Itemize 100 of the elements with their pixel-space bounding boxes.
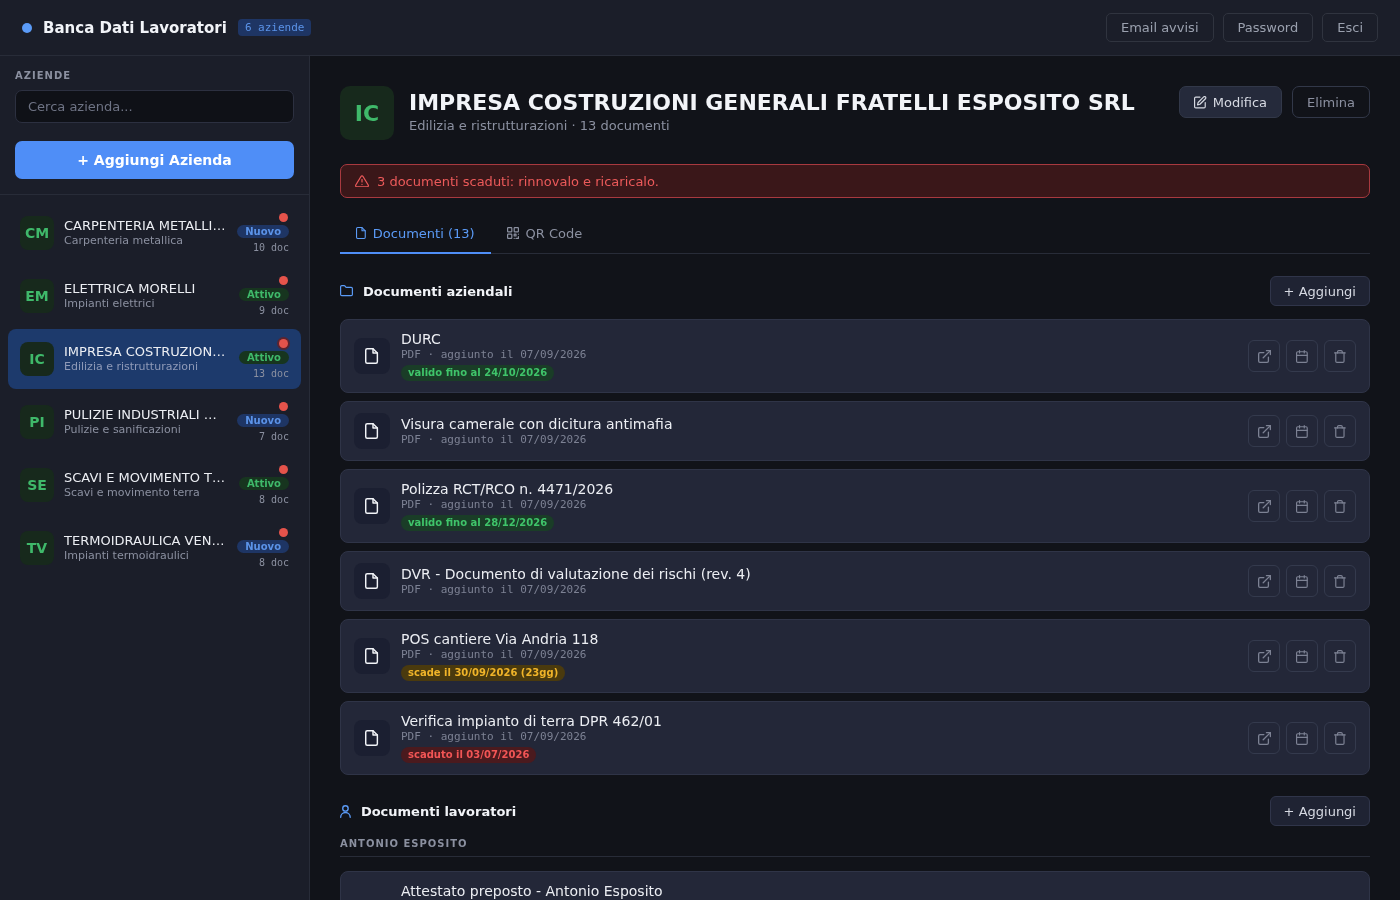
delete-button[interactable] bbox=[1324, 565, 1356, 597]
status-badge: Attivo bbox=[238, 287, 289, 301]
delete-button[interactable] bbox=[1324, 640, 1356, 672]
calendar-icon bbox=[1296, 424, 1308, 438]
expiry-badge: scaduto il 03/07/2026 bbox=[401, 747, 537, 763]
company-category: Edilizia e ristrutturazioni bbox=[64, 360, 199, 374]
company-list-item[interactable]: EM ELETTRICA MORELLI Impianti elettrici Attivo 9 doc bbox=[8, 266, 301, 326]
calendar-icon bbox=[1296, 349, 1308, 363]
trash-icon bbox=[1334, 731, 1346, 745]
document-title: Verifica impianto di terra DPR 462/01 bbox=[401, 713, 663, 730]
calendar-button[interactable] bbox=[1286, 640, 1318, 672]
initials-avatar: SE bbox=[20, 468, 54, 502]
status-badge: Attivo bbox=[238, 476, 289, 490]
qr-code-icon bbox=[506, 227, 519, 239]
open-button[interactable] bbox=[1248, 490, 1280, 522]
delete-button[interactable] bbox=[1324, 722, 1356, 754]
calendar-icon bbox=[1296, 499, 1308, 513]
section-title: Documenti aziendali bbox=[363, 283, 513, 299]
expiry-badge: valido fino al 24/10/2026 bbox=[401, 365, 555, 381]
company-category: Impianti termoidraulici bbox=[64, 549, 190, 563]
file-icon bbox=[354, 488, 390, 524]
dot-icon bbox=[22, 22, 32, 33]
open-button[interactable] bbox=[1248, 340, 1280, 372]
calendar-button[interactable] bbox=[1286, 490, 1318, 522]
delete-button[interactable] bbox=[1324, 340, 1356, 372]
calendar-icon bbox=[1296, 731, 1308, 745]
company-name: TERMOIDRAULICA VEN… bbox=[64, 533, 226, 549]
top-bar-button[interactable]: Email avvisi bbox=[1105, 13, 1214, 42]
company-title: IMPRESA COSTRUZIONI GENERALI FRATELLI ESPOSITO SRL bbox=[409, 89, 1136, 117]
user-icon bbox=[340, 804, 351, 818]
external-link-icon bbox=[1257, 574, 1271, 588]
document-count: 10 doc bbox=[252, 240, 289, 254]
open-button[interactable] bbox=[1248, 565, 1280, 597]
warning-icon bbox=[355, 174, 369, 188]
initials-avatar: CM bbox=[20, 216, 54, 250]
delete-company-button[interactable]: Elimina bbox=[1292, 86, 1370, 118]
section-label: AZIENDE bbox=[15, 70, 73, 82]
warning-message: 3 documenti scaduti: rinnovalo e ricaricalo. bbox=[377, 173, 659, 189]
document-meta: PDF · aggiunto il 07/09/2026 bbox=[401, 730, 588, 744]
open-button[interactable] bbox=[1248, 640, 1280, 672]
document-title: Polizza RCT/RCO n. 4471/2026 bbox=[401, 481, 615, 498]
external-link-icon bbox=[1257, 731, 1271, 745]
document-title: POS cantiere Via Andria 118 bbox=[401, 631, 600, 648]
file-icon bbox=[354, 413, 390, 449]
tab[interactable]: QR Code bbox=[490, 214, 599, 254]
company-list-item[interactable]: CM CARPENTERIA METALLI… Carpenteria metallica Nuovo 10 doc bbox=[8, 203, 301, 263]
company-category: Pulizie e sanificazioni bbox=[64, 423, 182, 437]
initials-avatar: IC bbox=[20, 342, 54, 376]
company-name: CARPENTERIA METALLI… bbox=[64, 218, 227, 234]
add-document-button[interactable]: + Aggiungi bbox=[1269, 276, 1370, 306]
document-count: 9 doc bbox=[258, 303, 289, 317]
document-title: Visura camerale con dicitura antimafia bbox=[401, 415, 674, 433]
file-icon bbox=[354, 563, 390, 599]
trash-icon bbox=[1334, 574, 1346, 588]
delete-button[interactable] bbox=[1324, 415, 1356, 447]
tab[interactable]: Documenti (13) bbox=[340, 214, 491, 254]
status-badge: Nuovo bbox=[237, 224, 289, 238]
company-list-item[interactable]: PI PULIZIE INDUSTRIALI … Pulizie e sanificazioni Nuovo 7 doc bbox=[8, 392, 301, 452]
external-link-icon bbox=[1257, 424, 1271, 438]
edit-button[interactable]: Modifica bbox=[1178, 86, 1283, 118]
external-link-icon bbox=[1257, 499, 1271, 513]
company-list-item[interactable]: TV TERMOIDRAULICA VEN… Impianti termoidraulici Nuovo 8 doc bbox=[8, 518, 301, 578]
company-name: SCAVI E MOVIMENTO T… bbox=[64, 470, 226, 486]
expiry-badge: valido fino al 28/12/2026 bbox=[401, 515, 555, 531]
company-name: PULIZIE INDUSTRIALI … bbox=[64, 407, 218, 423]
file-icon bbox=[354, 720, 390, 756]
document-count: 8 doc bbox=[258, 555, 289, 569]
file-icon bbox=[356, 227, 366, 239]
worker-name-heading: ANTONIO ESPOSITO bbox=[340, 838, 1370, 857]
company-name: IMPRESA COSTRUZION… bbox=[64, 344, 227, 360]
company-list-item[interactable]: IC IMPRESA COSTRUZION… Edilizia e ristrutturazioni Attivo 13 doc bbox=[8, 329, 301, 389]
document-count: 13 doc bbox=[252, 366, 289, 380]
initials-avatar: PI bbox=[20, 405, 54, 439]
delete-button[interactable] bbox=[1324, 490, 1356, 522]
document-title: DVR - Documento di valutazione dei rischi (rev. 4) bbox=[401, 565, 752, 583]
open-button[interactable] bbox=[1248, 722, 1280, 754]
company-name: ELETTRICA MORELLI bbox=[64, 281, 197, 297]
top-bar-button[interactable]: Esci bbox=[1322, 13, 1378, 42]
status-badge: Attivo bbox=[238, 350, 289, 364]
file-icon bbox=[354, 338, 390, 374]
document-title: DURC bbox=[401, 331, 442, 348]
status-badge: Nuovo bbox=[237, 539, 289, 553]
top-bar-button[interactable]: Password bbox=[1222, 13, 1314, 42]
calendar-button[interactable] bbox=[1286, 565, 1318, 597]
calendar-button[interactable] bbox=[1286, 340, 1318, 372]
status-badge: Nuovo bbox=[237, 413, 289, 427]
calendar-icon bbox=[1296, 649, 1308, 663]
open-button[interactable] bbox=[1248, 415, 1280, 447]
file-icon bbox=[354, 638, 390, 674]
add-document-button[interactable]: + Aggiungi bbox=[1269, 796, 1370, 826]
trash-icon bbox=[1334, 349, 1346, 363]
expiry-badge: scade il 30/09/2026 (23gg) bbox=[401, 665, 566, 681]
external-link-icon bbox=[1257, 649, 1271, 663]
search-field[interactable]: Cerca azienda... bbox=[15, 90, 294, 123]
document-title: Attestato preposto - Antonio Esposito bbox=[401, 883, 664, 900]
calendar-button[interactable] bbox=[1286, 415, 1318, 447]
calendar-button[interactable] bbox=[1286, 722, 1318, 754]
company-list-item[interactable]: SE SCAVI E MOVIMENTO T… Scavi e movimento terra Attivo 8 doc bbox=[8, 455, 301, 515]
company-avatar: IC bbox=[340, 86, 394, 140]
document-count: 8 doc bbox=[258, 492, 289, 506]
